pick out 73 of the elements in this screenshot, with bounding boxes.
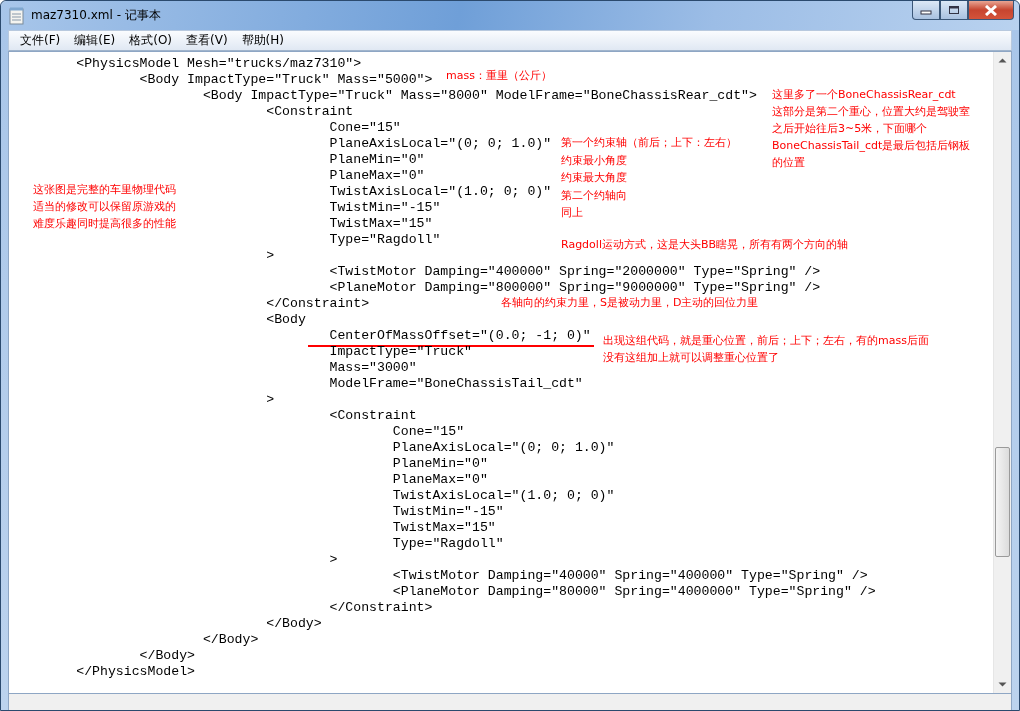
code-line: </Body> bbox=[266, 616, 322, 632]
code-line: > bbox=[266, 392, 275, 408]
code-line: </Constraint> bbox=[329, 600, 433, 616]
code-line: </Body> bbox=[139, 648, 195, 664]
close-button[interactable] bbox=[968, 1, 1014, 20]
minimize-button[interactable] bbox=[912, 1, 940, 20]
annotation-text: Ragdoll运动方式，这是大头BB瞎晃，所有有两个方向的轴 bbox=[561, 238, 849, 252]
code-line: <PhysicsModel Mesh="trucks/maz7310"> bbox=[76, 56, 362, 72]
annotation-text: 同上 bbox=[561, 206, 583, 220]
close-icon bbox=[984, 4, 998, 16]
maximize-icon bbox=[948, 5, 960, 15]
code-line: TwistMin="-15" bbox=[329, 200, 441, 216]
code-line: <Constraint bbox=[329, 408, 417, 424]
code-line: TwistMax="15" bbox=[392, 520, 496, 536]
annotation-text: 之后开始往后3~5米，下面哪个 bbox=[772, 122, 928, 136]
menu-item[interactable]: 格式(O) bbox=[122, 32, 180, 49]
code-line: <Body bbox=[266, 312, 306, 328]
annotation-text: 这里多了一个BoneChassisRear_cdt bbox=[772, 88, 956, 102]
code-line: <Body ImpactType="Truck" Mass="8000" ModelFrame="BoneChassisRear_cdt"> bbox=[202, 88, 757, 104]
menu-item[interactable]: 帮助(H) bbox=[234, 32, 291, 49]
code-line: ModelFrame="BoneChassisTail_cdt" bbox=[329, 376, 583, 392]
code-line: </Constraint> bbox=[266, 296, 370, 312]
code-line: <TwistMotor Damping="40000" Spring="400000" Type="Spring" /> bbox=[392, 568, 868, 584]
scroll-thumb[interactable] bbox=[995, 447, 1010, 557]
code-line: PlaneMax="0" bbox=[329, 168, 425, 184]
menu-item[interactable]: 编辑(E) bbox=[67, 32, 123, 49]
annotation-text: 出现这组代码，就是重心位置，前后；上下；左右，有的mass后面 bbox=[603, 334, 929, 348]
code-line: </Body> bbox=[202, 632, 259, 648]
code-line: TwistAxisLocal="(1.0; 0; 0)" bbox=[392, 488, 615, 504]
code-line: ImpactType="Truck" bbox=[329, 344, 472, 360]
code-line: </PhysicsModel> bbox=[76, 664, 195, 680]
code-line: <PlaneMotor Damping="80000" Spring="4000000" Type="Spring" /> bbox=[392, 584, 876, 600]
code-line: <Body ImpactType="Truck" Mass="5000"> bbox=[139, 72, 433, 88]
code-line: PlaneMax="0" bbox=[392, 472, 488, 488]
scroll-up-icon[interactable] bbox=[998, 58, 1007, 63]
annotation-text: 第一个约束轴（前后；上下：左右） bbox=[561, 136, 737, 150]
annotation-text: 这张图是完整的车里物理代码 bbox=[33, 183, 176, 197]
notepad-icon bbox=[9, 6, 25, 25]
code-line: Mass="3000" bbox=[329, 360, 417, 376]
code-line: <PlaneMotor Damping="800000" Spring="9000000" Type="Spring" /> bbox=[329, 280, 821, 296]
code-line: <TwistMotor Damping="400000" Spring="2000000" Type="Spring" /> bbox=[329, 264, 821, 280]
maximize-button[interactable] bbox=[940, 1, 968, 20]
code-line: > bbox=[329, 552, 338, 568]
code-line: PlaneAxisLocal="(0; 0; 1.0)" bbox=[329, 136, 552, 152]
scroll-down-icon[interactable] bbox=[998, 682, 1007, 687]
menu-item[interactable]: 文件(F) bbox=[13, 32, 68, 49]
menu-item[interactable]: 查看(V) bbox=[179, 32, 235, 49]
code-line: Cone="15" bbox=[392, 424, 465, 440]
code-line: > bbox=[266, 248, 275, 264]
annotation-text: BoneChassisTail_cdt是最后包括后钢板 bbox=[772, 139, 971, 153]
vertical-scrollbar[interactable] bbox=[993, 52, 1011, 693]
annotation-text: 约束最大角度 bbox=[561, 171, 627, 185]
code-line: Type="Ragdoll" bbox=[329, 232, 441, 248]
code-line: <Constraint bbox=[266, 104, 354, 120]
annotation-text: 的位置 bbox=[772, 156, 805, 170]
annotation-text: 第二个约轴向 bbox=[561, 189, 627, 203]
annotation-text: 约束最小角度 bbox=[561, 154, 627, 168]
window-title: maz7310.xml - 记事本 bbox=[31, 7, 162, 24]
code-line: Cone="15" bbox=[329, 120, 401, 136]
annotation-text: 各轴向的约束力里，S是被动力里，D主动的回位力里 bbox=[501, 296, 759, 310]
code-line: TwistMin="-15" bbox=[392, 504, 504, 520]
annotation-text: 适当的修改可以保留原游戏的 bbox=[33, 200, 176, 214]
code-line: CenterOfMassOffset="(0.0; -1; 0)" bbox=[329, 328, 591, 344]
code-line: Type="Ragdoll" bbox=[392, 536, 504, 552]
code-line: PlaneAxisLocal="(0; 0; 1.0)" bbox=[392, 440, 615, 456]
code-line: TwistMax="15" bbox=[329, 216, 433, 232]
code-line: PlaneMin="0" bbox=[329, 152, 425, 168]
annotation-text: 没有这组加上就可以调整重心位置了 bbox=[603, 351, 779, 365]
code-line: TwistAxisLocal="(1.0; 0; 0)" bbox=[329, 184, 552, 200]
annotation-text: mass：重里（公斤） bbox=[446, 69, 552, 83]
code-line: PlaneMin="0" bbox=[392, 456, 488, 472]
annotation-text: 难度乐趣同时提高很多的性能 bbox=[33, 217, 176, 231]
annotation-text: 这部分是第二个重心，位置大约是驾驶室 bbox=[772, 105, 970, 119]
